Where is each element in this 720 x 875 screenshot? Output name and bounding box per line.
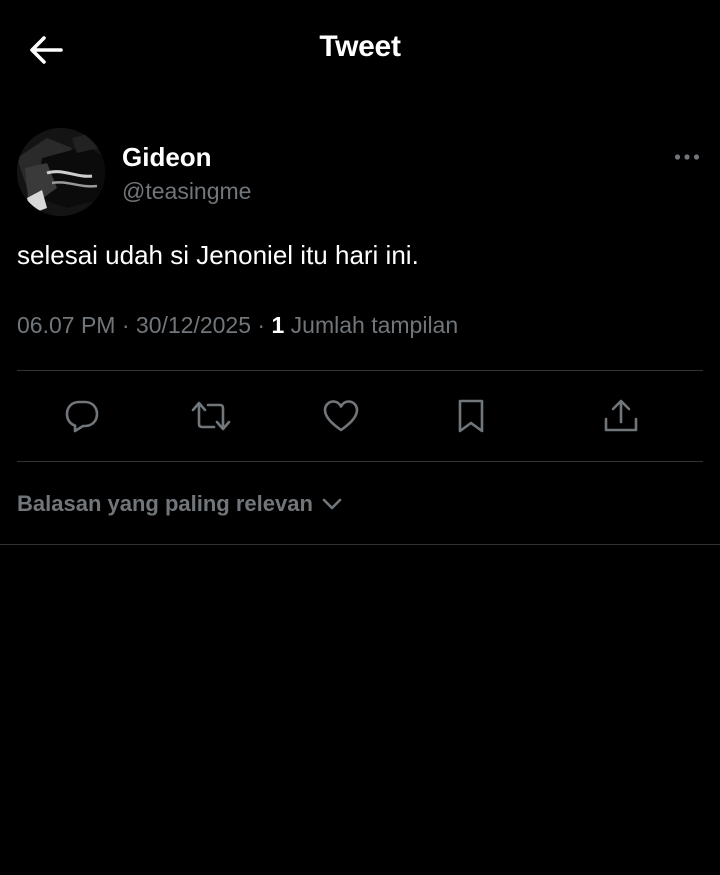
chevron-down-icon <box>321 497 343 511</box>
replies-sort-dropdown[interactable]: Balasan yang paling relevan <box>17 488 343 520</box>
replies-sort-label: Balasan yang paling relevan <box>17 491 313 516</box>
retweet-icon <box>190 398 232 434</box>
tweet-meta: 06.07 PM · 30/12/2025 · 1 Jumlah tampila… <box>17 312 458 339</box>
views-count: 1 <box>271 312 285 338</box>
divider <box>17 461 703 462</box>
tweet-text: selesai udah si Jenoniel itu hari ini. <box>17 240 419 270</box>
retweet-button[interactable] <box>189 394 233 438</box>
author-name[interactable]: Gideon <box>122 142 212 173</box>
tweet-time: 06.07 PM <box>17 312 116 338</box>
tweet-date: 30/12/2025 <box>135 312 252 338</box>
meta-separator: · <box>257 312 266 338</box>
page-title: Tweet <box>319 30 401 63</box>
avatar[interactable] <box>17 128 105 216</box>
bookmark-button[interactable] <box>449 394 493 438</box>
author-handle[interactable]: @teasingme <box>122 178 251 205</box>
tweet-author: Gideon @teasingme <box>17 128 707 220</box>
like-button[interactable] <box>319 394 363 438</box>
views-label: Jumlah tampilan <box>290 312 459 338</box>
more-horizontal-icon <box>674 153 700 161</box>
share-icon <box>602 397 640 435</box>
heart-icon <box>322 399 360 433</box>
meta-separator: · <box>121 312 130 338</box>
reply-icon <box>64 398 100 434</box>
share-button[interactable] <box>599 394 643 438</box>
divider <box>0 544 720 545</box>
top-bar: Tweet <box>0 0 720 100</box>
bookmark-icon <box>455 398 487 434</box>
tweet-actions <box>17 371 703 461</box>
more-button[interactable] <box>667 146 707 168</box>
reply-button[interactable] <box>60 394 104 438</box>
